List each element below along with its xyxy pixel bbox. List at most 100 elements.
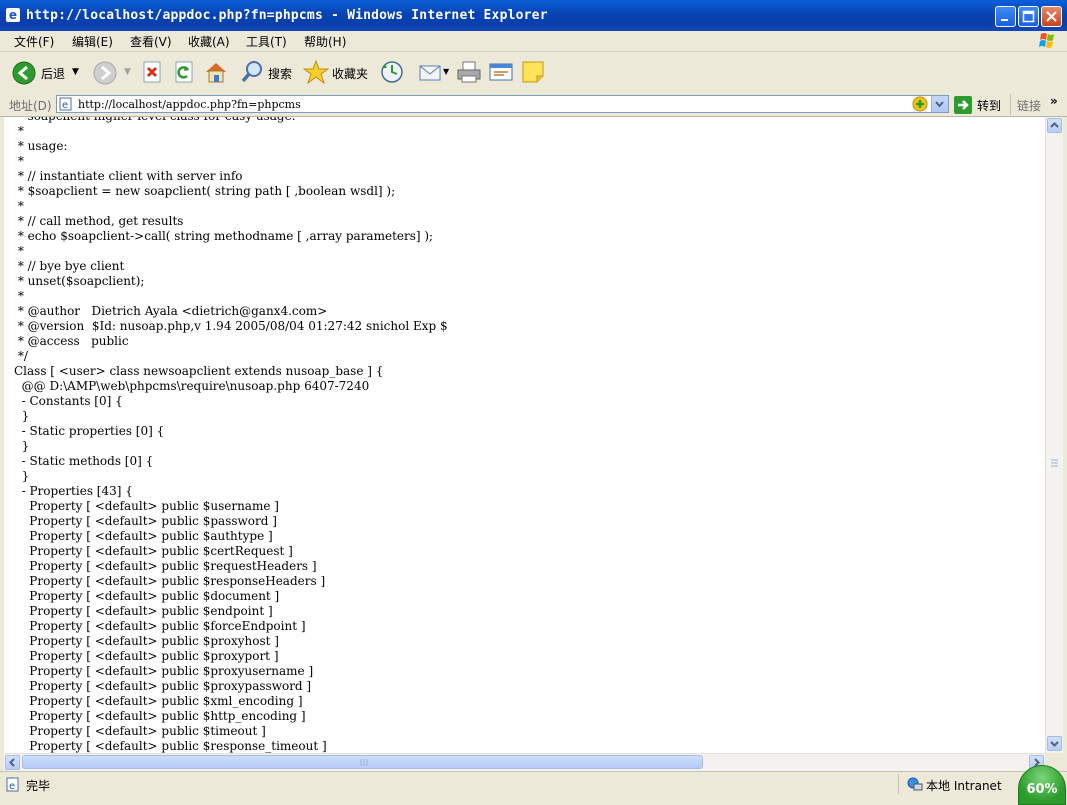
code-line: Property [ <default> public $forceEndpoi… xyxy=(14,619,306,633)
code-line: * @author Dietrich Ayala <dietrich@ganx4… xyxy=(14,304,328,318)
chevron-up-icon xyxy=(1050,122,1059,128)
chevron-down-icon xyxy=(935,101,944,108)
scroll-down-button[interactable] xyxy=(1047,736,1062,751)
code-line: Property [ <default> public $responseHea… xyxy=(14,574,326,588)
minimize-icon xyxy=(1001,19,1008,21)
code-line: - Static methods [0] { xyxy=(14,454,154,468)
add-favorite-icon[interactable] xyxy=(912,96,928,112)
code-line: Property [ <default> public $authtype ] xyxy=(14,529,273,543)
code-line: * usage: xyxy=(14,139,68,153)
code-line: * xyxy=(14,199,24,213)
code-line: Property [ <default> public $timeout ] xyxy=(14,724,266,738)
forward-button[interactable]: ▼ xyxy=(93,60,135,86)
code-line: Class [ <user> class newsoapclient exten… xyxy=(14,364,384,378)
forward-dropdown-icon[interactable]: ▼ xyxy=(124,67,131,77)
scroll-up-button[interactable] xyxy=(1047,118,1062,133)
back-arrow-icon xyxy=(12,61,36,85)
vertical-scrollbar[interactable] xyxy=(1045,117,1063,753)
menu-favorites[interactable]: 收藏(A) xyxy=(188,33,230,50)
menu-help[interactable]: 帮助(H) xyxy=(304,33,346,50)
code-line: Property [ <default> public $document ] xyxy=(14,589,280,603)
code-line: * xyxy=(14,289,24,303)
code-line: Property [ <default> public $username ] xyxy=(14,499,279,513)
favorites-label: 收藏夹 xyxy=(332,67,369,81)
zoom-level-button[interactable]: 60% xyxy=(1018,765,1066,805)
menu-view[interactable]: 查看(V) xyxy=(130,33,172,50)
refresh-button[interactable] xyxy=(173,60,197,86)
menu-edit[interactable]: 编辑(E) xyxy=(72,33,113,50)
page-content: * soapclient higher level class for easy… xyxy=(4,117,1045,753)
zoom-level: 60% xyxy=(1026,782,1058,797)
stop-button[interactable] xyxy=(141,60,165,86)
code-line: } xyxy=(14,469,30,483)
links-label[interactable]: 链接 xyxy=(1017,97,1041,114)
code-line: * // instantiate client with server info xyxy=(14,169,243,183)
code-line: * unset($soapclient); xyxy=(14,274,145,288)
edit-button[interactable] xyxy=(488,60,514,86)
menu-bar: 文件(F) 编辑(E) 查看(V) 收藏(A) 工具(T) 帮助(H) xyxy=(0,31,1067,52)
toolbar: 后退 ▼ ▼ 搜索 收藏夹 ▼ xyxy=(0,52,1067,95)
window-title: http://localhost/appdoc.php?fn=phpcms - … xyxy=(26,8,548,23)
back-button[interactable]: 后退 ▼ xyxy=(12,60,92,86)
intranet-zone-icon xyxy=(907,777,923,791)
history-icon xyxy=(381,61,403,83)
history-button[interactable] xyxy=(380,60,404,86)
code-line: } xyxy=(14,439,30,453)
code-line: Property [ <default> public $xml_encodin… xyxy=(14,694,303,708)
scroll-thumb-grip-icon xyxy=(360,759,368,766)
code-line: Property [ <default> public $requestHead… xyxy=(14,559,317,573)
search-button[interactable]: 搜索 xyxy=(241,60,297,86)
scroll-left-button[interactable] xyxy=(5,755,20,770)
svg-text:e: e xyxy=(9,781,15,792)
mail-dropdown-icon[interactable]: ▼ xyxy=(443,67,449,76)
status-bar: e 完毕 本地 Intranet xyxy=(0,771,1067,799)
address-bar: 地址(D) e http://localhost/appdoc.php?fn=p… xyxy=(0,94,1067,117)
print-icon xyxy=(457,61,481,83)
ie-page-icon: e xyxy=(6,8,20,22)
status-divider xyxy=(898,774,899,794)
home-button[interactable] xyxy=(203,60,229,86)
favorites-star-icon xyxy=(302,59,330,85)
menu-tools[interactable]: 工具(T) xyxy=(246,33,287,50)
status-text: 完毕 xyxy=(26,779,51,793)
back-label: 后退 xyxy=(41,67,66,81)
code-line: - Constants [0] { xyxy=(14,394,123,408)
home-icon xyxy=(206,63,226,83)
address-url: http://localhost/appdoc.php?fn=phpcms xyxy=(78,98,301,111)
scroll-thumb-grip-icon[interactable] xyxy=(1050,457,1059,467)
notes-button[interactable] xyxy=(520,60,546,86)
horizontal-scroll-thumb[interactable] xyxy=(22,755,703,769)
minimize-button[interactable] xyxy=(995,6,1016,27)
code-line: * soapclient higher level class for easy… xyxy=(14,117,448,124)
svg-text:e: e xyxy=(62,100,68,111)
chevron-left-icon xyxy=(9,758,15,767)
stop-icon xyxy=(143,61,161,83)
horizontal-scrollbar[interactable] xyxy=(4,753,1045,771)
forward-arrow-icon xyxy=(93,61,117,85)
code-line: Property [ <default> public $http_encodi… xyxy=(14,709,306,723)
code-line: Property [ <default> public $proxyhost ] xyxy=(14,634,279,648)
print-button[interactable] xyxy=(456,60,482,86)
menu-file[interactable]: 文件(F) xyxy=(14,33,54,50)
close-icon xyxy=(1046,11,1057,22)
favorites-button[interactable]: 收藏夹 xyxy=(302,59,371,86)
code-line: * xyxy=(14,124,24,138)
back-dropdown-icon[interactable]: ▼ xyxy=(72,67,79,77)
links-chevron-icon[interactable]: » xyxy=(1050,94,1058,108)
code-line: * echo $soapclient->call( string methodn… xyxy=(14,229,434,243)
close-button[interactable] xyxy=(1041,6,1062,27)
mail-button[interactable]: ▼ xyxy=(418,60,452,86)
sticky-note-icon xyxy=(522,61,544,83)
title-bar: e http://localhost/appdoc.php?fn=phpcms … xyxy=(0,0,1067,31)
windows-logo-icon xyxy=(1039,33,1054,48)
maximize-button[interactable] xyxy=(1018,6,1039,27)
code-line: - Static properties [0] { xyxy=(14,424,165,438)
code-line: * @version $Id: nusoap.php,v 1.94 2005/0… xyxy=(14,319,448,333)
refresh-icon xyxy=(175,61,193,83)
code-line: Property [ <default> public $password ] xyxy=(14,514,277,528)
edit-page-icon xyxy=(489,63,513,81)
address-dropdown-button[interactable] xyxy=(931,96,948,112)
code-line: * $soapclient = new soapclient( string p… xyxy=(14,184,396,198)
address-input[interactable]: e http://localhost/appdoc.php?fn=phpcms xyxy=(56,95,949,113)
code-line: Property [ <default> public $response_ti… xyxy=(14,739,327,753)
